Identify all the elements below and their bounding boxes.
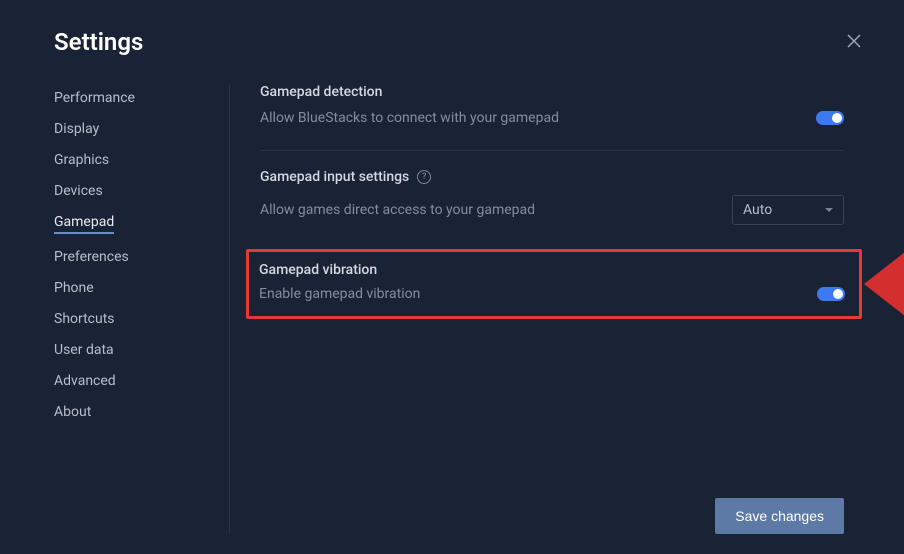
gamepad-vibration-row: Enable gamepad vibration bbox=[259, 282, 845, 306]
sidebar-item-label: About bbox=[54, 404, 91, 420]
gamepad-vibration-title: Gamepad vibration bbox=[259, 262, 845, 278]
sidebar-item-label: Gamepad bbox=[54, 214, 114, 234]
footer: Save changes bbox=[715, 498, 844, 534]
select-value: Auto bbox=[743, 202, 772, 218]
content-area: Performance Display Graphics Devices Gam… bbox=[0, 56, 904, 534]
sidebar-item-about[interactable]: About bbox=[54, 398, 229, 426]
sidebar-item-phone[interactable]: Phone bbox=[54, 274, 229, 302]
gamepad-vibration-desc: Enable gamepad vibration bbox=[259, 286, 420, 302]
gamepad-input-title: Gamepad input settings ? bbox=[260, 169, 844, 185]
sidebar-nav: Performance Display Graphics Devices Gam… bbox=[0, 84, 230, 534]
gamepad-detection-desc: Allow BlueStacks to connect with your ga… bbox=[260, 110, 559, 126]
gamepad-input-row: Allow games direct access to your gamepa… bbox=[260, 191, 844, 229]
sidebar-item-shortcuts[interactable]: Shortcuts bbox=[54, 305, 229, 333]
annotation-arrow-icon bbox=[864, 241, 904, 327]
sidebar-item-display[interactable]: Display bbox=[54, 115, 229, 143]
close-button[interactable] bbox=[842, 29, 866, 53]
sidebar-item-label: Graphics bbox=[54, 152, 109, 168]
sidebar-item-label: User data bbox=[54, 342, 114, 358]
chevron-down-icon bbox=[825, 208, 833, 213]
sidebar-item-gamepad[interactable]: Gamepad bbox=[54, 208, 229, 240]
help-icon[interactable]: ? bbox=[417, 170, 431, 184]
sidebar-item-label: Display bbox=[54, 121, 99, 137]
gamepad-detection-title: Gamepad detection bbox=[260, 84, 844, 100]
settings-header: Settings bbox=[0, 0, 904, 56]
main-panel: Gamepad detection Allow BlueStacks to co… bbox=[230, 84, 904, 534]
sidebar-item-advanced[interactable]: Advanced bbox=[54, 367, 229, 395]
sidebar-item-label: Preferences bbox=[54, 249, 129, 265]
gamepad-detection-row: Allow BlueStacks to connect with your ga… bbox=[260, 106, 844, 130]
sidebar-item-performance[interactable]: Performance bbox=[54, 84, 229, 112]
gamepad-input-select[interactable]: Auto bbox=[732, 195, 844, 225]
sidebar-item-preferences[interactable]: Preferences bbox=[54, 243, 229, 271]
page-title: Settings bbox=[54, 28, 143, 56]
gamepad-vibration-toggle[interactable] bbox=[817, 287, 845, 301]
sidebar-item-userdata[interactable]: User data bbox=[54, 336, 229, 364]
gamepad-input-desc: Allow games direct access to your gamepa… bbox=[260, 202, 535, 218]
gamepad-detection-toggle[interactable] bbox=[816, 111, 844, 125]
sidebar-item-label: Phone bbox=[54, 280, 94, 296]
sidebar-item-label: Devices bbox=[54, 183, 103, 199]
sidebar-item-label: Shortcuts bbox=[54, 311, 115, 327]
close-icon bbox=[847, 34, 861, 48]
gamepad-vibration-highlight: Gamepad vibration Enable gamepad vibrati… bbox=[246, 249, 862, 319]
sidebar-item-devices[interactable]: Devices bbox=[54, 177, 229, 205]
gamepad-input-title-text: Gamepad input settings bbox=[260, 169, 409, 185]
gamepad-detection-group: Gamepad detection Allow BlueStacks to co… bbox=[260, 84, 844, 151]
sidebar-item-graphics[interactable]: Graphics bbox=[54, 146, 229, 174]
save-changes-button[interactable]: Save changes bbox=[715, 498, 844, 534]
gamepad-input-group: Gamepad input settings ? Allow games dir… bbox=[260, 169, 844, 249]
sidebar-item-label: Advanced bbox=[54, 373, 116, 389]
sidebar-item-label: Performance bbox=[54, 90, 135, 106]
